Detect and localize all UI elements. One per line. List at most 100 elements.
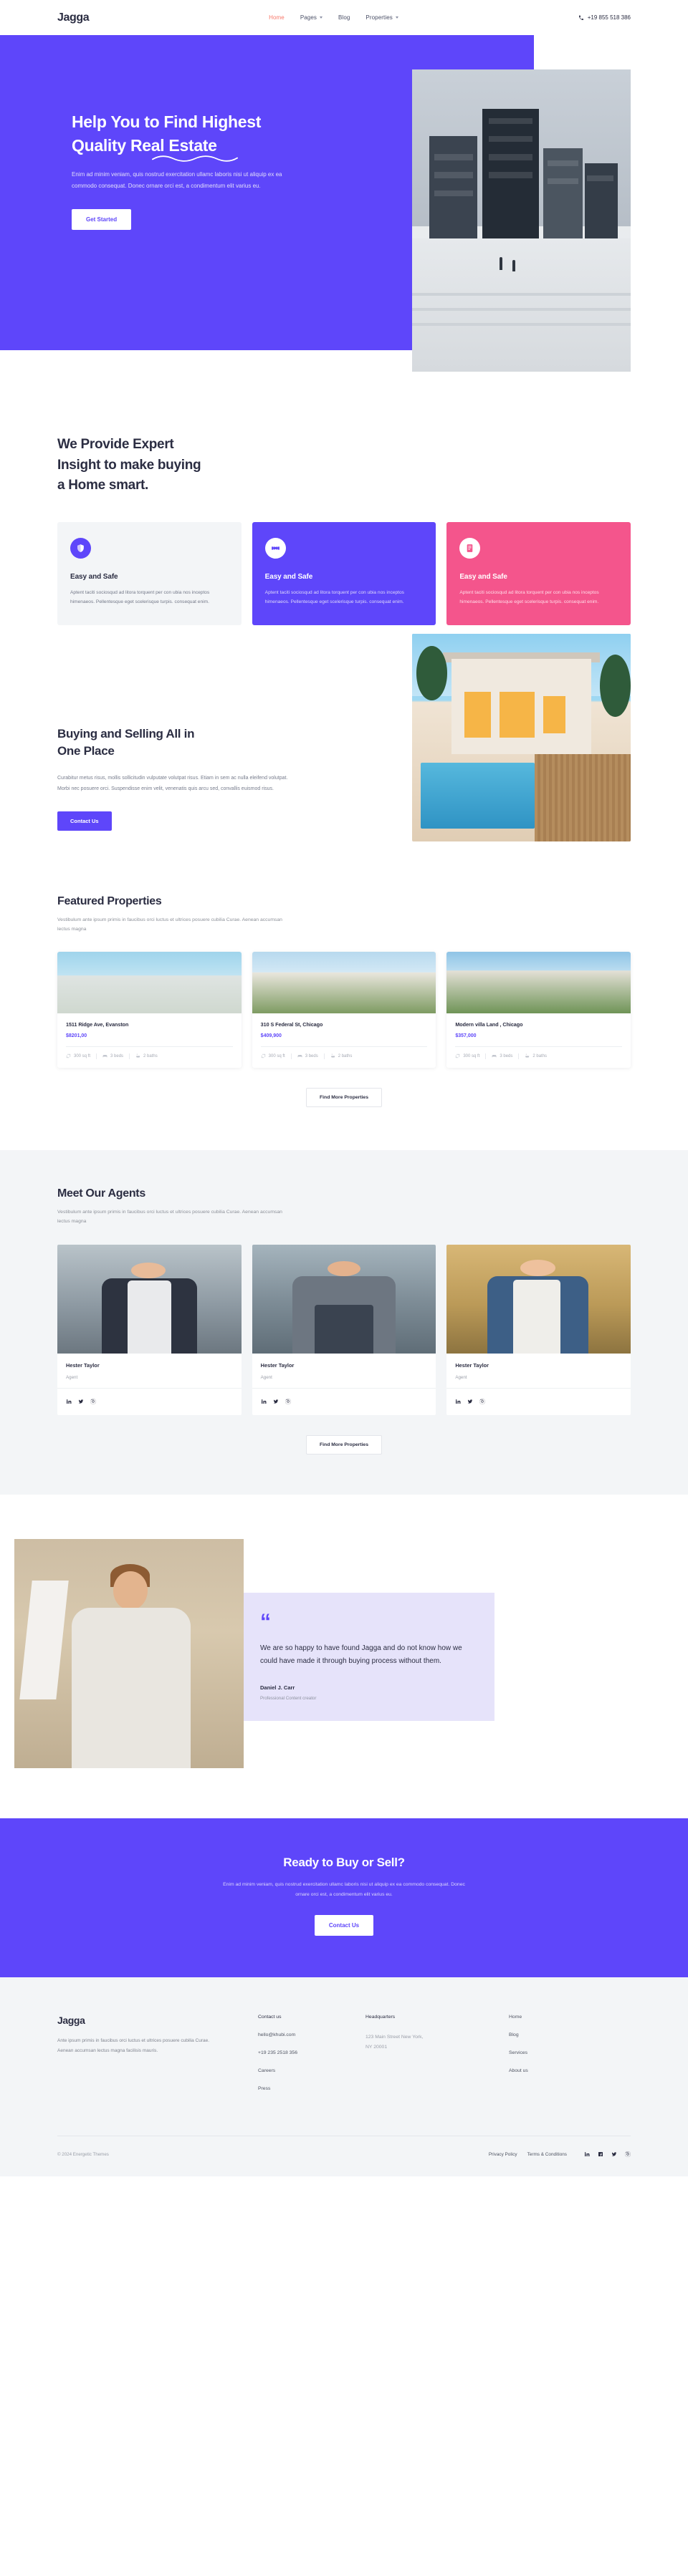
agents-section: Meet Our Agents Vestibulum ante ipsum pr… xyxy=(0,1149,688,1495)
footer-email-link[interactable]: hello@khubi.com xyxy=(258,2032,366,2037)
property-price: $409,900 xyxy=(260,1033,282,1038)
property-card[interactable]: 310 S Federal St, Chicago $409,900 300 s… xyxy=(252,951,436,1068)
agents-find-more-button[interactable]: Find More Properties xyxy=(306,1435,382,1455)
feature-card-title: Easy and Safe xyxy=(264,572,313,581)
nav-item-pages[interactable]: Pages xyxy=(300,14,322,21)
agent-card[interactable]: Hester Taylor Agent xyxy=(57,1245,242,1416)
agent-photo xyxy=(446,1245,631,1354)
find-more-properties-button[interactable]: Find More Properties xyxy=(306,1087,382,1107)
property-beds-label: 3 beds xyxy=(500,1053,513,1058)
property-baths: 2 baths xyxy=(525,1053,547,1058)
agent-social-links xyxy=(57,1388,242,1415)
expert-title-line1: We Provide Expert xyxy=(57,437,174,452)
bath-icon xyxy=(330,1053,335,1058)
property-baths: 2 baths xyxy=(330,1053,353,1058)
nav-item-blog[interactable]: Blog xyxy=(338,14,350,21)
twitter-link[interactable] xyxy=(467,1395,473,1408)
footer-phone-link[interactable]: +19 235 2518 356 xyxy=(258,2050,366,2055)
linkedin-link[interactable] xyxy=(584,2148,590,2161)
nav-item-home[interactable]: Home xyxy=(269,14,285,21)
property-image xyxy=(57,951,242,1013)
footer-social-links xyxy=(584,2148,631,2161)
hero-title: Help You to Find Highest Quality Real Es… xyxy=(72,110,262,163)
agent-card[interactable]: Hester Taylor Agent xyxy=(252,1245,436,1416)
linkedin-icon xyxy=(456,1399,461,1404)
agent-card-list: Hester Taylor Agent Hester Taylor Agent … xyxy=(57,1245,631,1416)
facebook-link[interactable] xyxy=(598,2148,603,2161)
feature-card-title: Easy and Safe xyxy=(70,572,118,581)
feature-card-list: Easy and Safe Aptent taciti sociosqud ad… xyxy=(57,521,631,625)
feature-card[interactable]: Easy and Safe Aptent taciti sociosqud ad… xyxy=(252,521,436,625)
agent-card[interactable]: Hester Taylor Agent xyxy=(446,1245,631,1416)
linkedin-icon xyxy=(584,2152,590,2157)
instagram-icon xyxy=(625,2152,631,2157)
property-beds-label: 3 beds xyxy=(305,1053,318,1058)
twitter-link[interactable] xyxy=(273,1395,279,1408)
buying-image xyxy=(412,633,631,841)
footer-contact-heading: Contact us xyxy=(258,2015,282,2020)
footer-link-blog[interactable]: Blog xyxy=(509,2032,616,2037)
agent-name: Hester Taylor xyxy=(66,1362,100,1369)
footer-link-about[interactable]: About us xyxy=(509,2068,616,2073)
buying-selling-section: Buying and Selling All in One Place Cura… xyxy=(0,625,688,874)
feature-card[interactable]: Easy and Safe Aptent taciti sociosqud ad… xyxy=(57,521,242,625)
instagram-link[interactable] xyxy=(479,1395,485,1408)
footer-careers-link[interactable]: Careers xyxy=(258,2068,366,2073)
footer-brand: Jagga Ante ipsum primis in faucibus orci… xyxy=(57,2015,258,2104)
property-price: $8201,00 xyxy=(66,1033,87,1038)
instagram-link[interactable] xyxy=(625,2148,631,2161)
footer-link-home[interactable]: Home xyxy=(509,2015,616,2020)
featured-subtitle: Vestibulum ante ipsum primis in faucibus… xyxy=(57,917,282,932)
hero-get-started-button[interactable]: Get Started xyxy=(72,209,132,231)
linkedin-link[interactable] xyxy=(261,1395,267,1408)
footer-about: Ante ipsum primis in faucibus orci luctu… xyxy=(57,2038,210,2053)
hero-title-line2: Quality Real Estate xyxy=(72,135,217,155)
agents-subtitle: Vestibulum ante ipsum primis in faucibus… xyxy=(57,1209,282,1224)
brand-logo[interactable]: Jagga xyxy=(57,11,90,24)
instagram-link[interactable] xyxy=(285,1395,291,1408)
page-root: Jagga Home Pages Blog Properties +19 855… xyxy=(0,0,688,2177)
footer-bottom-bar: © 2024 Energetic Themes Privacy Policy T… xyxy=(57,2136,631,2176)
header-phone[interactable]: +19 855 518 386 xyxy=(578,14,631,21)
footer-address-line2: NY 20001 xyxy=(366,2044,388,2050)
property-baths-label: 2 baths xyxy=(338,1053,353,1058)
property-title: Modern villa Land , Chicago xyxy=(455,1021,523,1028)
instagram-icon xyxy=(285,1399,290,1404)
privacy-policy-link[interactable]: Privacy Policy xyxy=(489,2152,517,2157)
property-area-label: 300 sq ft xyxy=(74,1053,91,1058)
property-card-list: 1511 Ridge Ave, Evanston $8201,00 300 sq… xyxy=(57,951,631,1068)
terms-conditions-link[interactable]: Terms & Conditions xyxy=(527,2152,567,2157)
agent-photo xyxy=(252,1245,436,1354)
twitter-link[interactable] xyxy=(78,1395,84,1408)
document-icon xyxy=(459,537,481,559)
property-card[interactable]: 1511 Ridge Ave, Evanston $8201,00 300 sq… xyxy=(57,951,242,1068)
featured-title: Featured Properties xyxy=(57,895,162,908)
linkedin-link[interactable] xyxy=(66,1395,72,1408)
cta-contact-button[interactable]: Contact Us xyxy=(314,1915,374,1936)
nav-item-properties[interactable]: Properties xyxy=(366,14,398,21)
footer-press-link[interactable]: Press xyxy=(258,2086,366,2091)
hero-paragraph: Enim ad minim veniam, quis nostrud exerc… xyxy=(72,171,282,190)
divider xyxy=(96,1053,97,1059)
twitter-link[interactable] xyxy=(611,2148,617,2161)
testimonial-image xyxy=(14,1539,244,1769)
buying-content: Buying and Selling All in One Place Cura… xyxy=(57,690,315,831)
linkedin-icon xyxy=(66,1399,72,1404)
underline-squiggle-icon xyxy=(152,155,238,163)
cta-section: Ready to Buy or Sell? Enim ad minim veni… xyxy=(0,1818,688,1978)
feature-card-title: Easy and Safe xyxy=(459,572,507,581)
agent-name: Hester Taylor xyxy=(260,1362,295,1369)
footer-logo[interactable]: Jagga xyxy=(57,2015,258,2026)
instagram-link[interactable] xyxy=(90,1395,96,1408)
facebook-icon xyxy=(598,2152,603,2157)
handshake-icon xyxy=(264,537,286,559)
hero-title-line1: Help You to Find Highest xyxy=(72,112,262,131)
shield-icon xyxy=(70,537,91,559)
feature-card[interactable]: Easy and Safe Aptent taciti sociosqud ad… xyxy=(446,521,631,625)
linkedin-link[interactable] xyxy=(455,1395,461,1408)
expert-title-line2: Insight to make buying xyxy=(57,457,201,473)
property-card[interactable]: Modern villa Land , Chicago $357,000 300… xyxy=(446,951,631,1068)
property-beds: 3 beds xyxy=(102,1053,123,1058)
buying-contact-button[interactable]: Contact Us xyxy=(57,811,112,831)
footer-link-services[interactable]: Services xyxy=(509,2050,616,2055)
